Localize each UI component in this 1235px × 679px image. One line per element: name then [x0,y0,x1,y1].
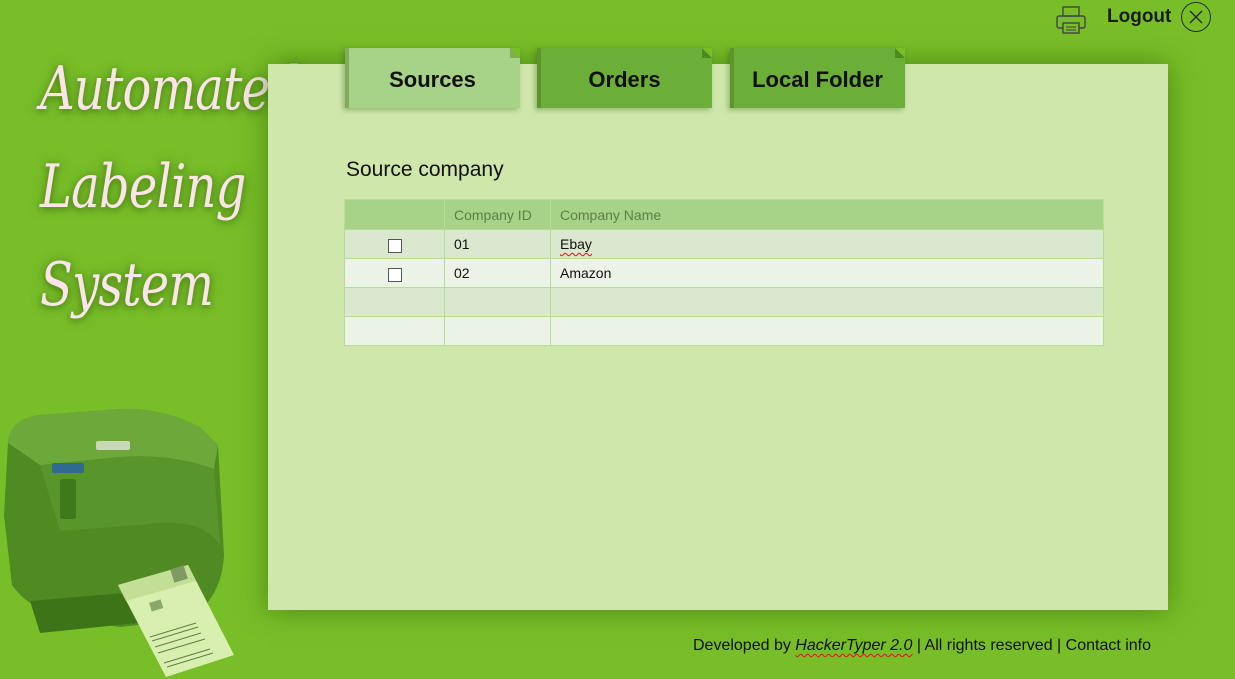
section-title: Source company [346,158,504,181]
company-name-cell[interactable] [550,316,1104,346]
row-select-cell[interactable] [344,316,445,346]
tab-orders-label: Orders [588,67,661,92]
company-name-text: Ebay [560,236,592,252]
row-checkbox[interactable] [387,238,402,253]
select-column-header[interactable] [344,199,445,230]
footer: Developed by HackerTyper 2.0 | All right… [693,637,1151,655]
tab-fold-corner [702,48,712,58]
footer-prefix: Developed by [693,637,796,654]
close-x-glyph [1189,10,1203,24]
contact-info-link[interactable]: Contact info [1066,637,1151,654]
row-select-cell[interactable] [344,287,445,317]
row-select-cell[interactable] [344,229,445,259]
app-title: Automated Labeling System [40,40,300,334]
app-title-line-3: System [40,250,214,320]
company-name-cell[interactable]: Amazon [550,258,1104,288]
tab-orders[interactable]: Orders [537,48,712,108]
tab-sources[interactable]: Sources [345,48,520,108]
row-select-cell[interactable] [344,258,445,288]
company-id-cell[interactable] [444,316,551,346]
company-id-column-header[interactable]: Company ID [444,199,551,230]
printer-icon[interactable] [1054,4,1088,36]
footer-developer: HackerTyper 2.0 [795,637,913,654]
table-header-row: Company ID Company Name [344,199,1104,230]
app-title-line-1: Automated [40,54,300,124]
logout-button[interactable]: Logout [1107,6,1171,28]
tab-fold-corner [895,48,905,58]
close-icon[interactable] [1181,2,1211,32]
label-printer-illustration [4,408,234,677]
tab-fold-corner [510,48,520,58]
tab-sources-label: Sources [389,67,476,92]
company-name-cell[interactable]: Ebay [550,229,1104,259]
row-checkbox[interactable] [387,267,402,282]
company-id-cell[interactable] [444,287,551,317]
footer-rights: | All rights reserved | [912,637,1066,654]
tab-local-folder-label: Local Folder [752,67,883,92]
company-id-cell[interactable]: 01 [444,229,551,259]
table-row[interactable]: 02 Amazon [344,258,1104,288]
source-company-table: Company ID Company Name 01 Ebay 02 Amazo… [344,199,1104,346]
table-row[interactable] [344,287,1104,317]
tab-local-folder[interactable]: Local Folder [730,48,905,108]
table-row[interactable]: 01 Ebay [344,229,1104,259]
table-row[interactable] [344,316,1104,346]
company-id-cell[interactable]: 02 [444,258,551,288]
company-name-cell[interactable] [550,287,1104,317]
app-title-line-2: Labeling [40,152,246,222]
company-name-column-header[interactable]: Company Name [550,199,1104,230]
